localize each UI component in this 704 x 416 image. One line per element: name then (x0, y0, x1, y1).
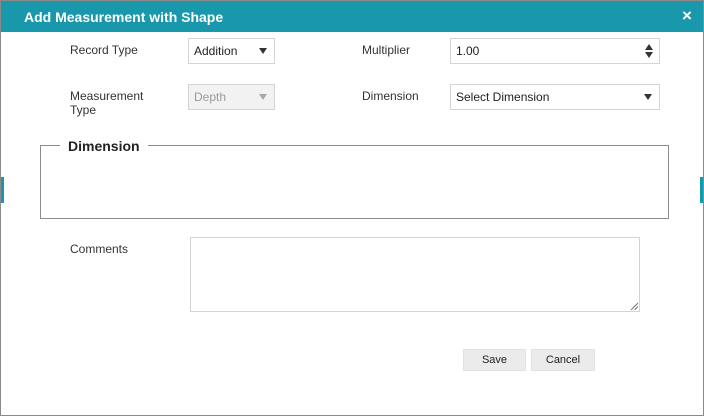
chevron-down-icon (259, 48, 267, 54)
multiplier-value: 1.00 (456, 44, 480, 58)
save-button[interactable]: Save (463, 349, 526, 371)
stepper-up-icon (645, 44, 653, 50)
comments-textarea[interactable] (190, 237, 640, 312)
measurement-type-select: Depth (188, 84, 275, 110)
comments-label: Comments (70, 242, 129, 256)
background-edge-mark-left (1, 177, 4, 203)
dialog-title: Add Measurement with Shape (24, 9, 224, 25)
resize-handle-icon[interactable] (630, 302, 638, 310)
cancel-button[interactable]: Cancel (531, 349, 595, 371)
measurement-type-value: Depth (194, 90, 227, 104)
measurement-type-label: Measurement Type (70, 89, 144, 117)
multiplier-input[interactable]: 1.00 (450, 38, 660, 64)
stepper-icon[interactable] (645, 44, 653, 58)
record-type-select[interactable]: Addition (188, 38, 275, 64)
background-edge-mark-right (700, 177, 703, 203)
multiplier-label: Multiplier (362, 43, 411, 57)
chevron-down-icon (259, 94, 267, 100)
stepper-down-icon (645, 52, 653, 58)
dimension-select[interactable]: Select Dimension (450, 84, 660, 110)
record-type-label: Record Type (70, 43, 138, 57)
record-type-value: Addition (194, 44, 238, 58)
dimension-value: Select Dimension (456, 90, 550, 104)
close-icon[interactable]: × (679, 7, 695, 25)
dimension-label: Dimension (362, 89, 419, 103)
dialog-titlebar: Add Measurement with Shape × (1, 1, 703, 32)
dimension-group-box (40, 145, 669, 219)
dimension-group-legend: Dimension (60, 138, 148, 154)
add-measurement-dialog: Add Measurement with Shape × Record Type… (0, 0, 704, 416)
chevron-down-icon (644, 94, 652, 100)
